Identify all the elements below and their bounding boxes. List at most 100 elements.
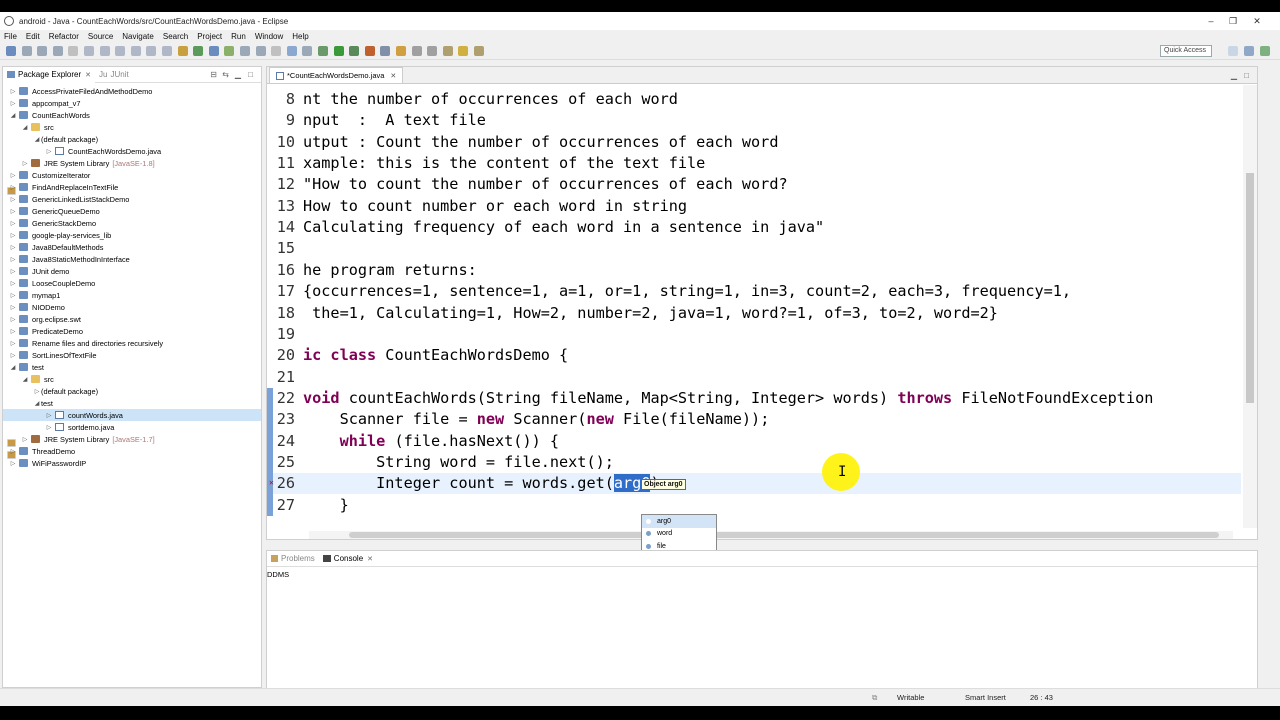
tree-item[interactable]: ▷ GenericLinkedListStackDemo bbox=[3, 193, 261, 205]
toolbar-button-icon[interactable] bbox=[333, 46, 344, 56]
code-line[interactable]: 8 nt the number of occurrences of each wo… bbox=[267, 89, 1241, 110]
menu-edit[interactable]: Edit bbox=[26, 32, 40, 41]
tree-item[interactable]: ▷ WiFiPasswordIP bbox=[3, 457, 261, 469]
toolbar-button-icon[interactable] bbox=[349, 46, 360, 56]
tab-problems[interactable]: Problems bbox=[267, 551, 319, 567]
collapsed-arrow-icon[interactable]: ▷ bbox=[9, 220, 17, 227]
menu-project[interactable]: Project bbox=[197, 32, 222, 41]
tree-item[interactable]: ▷ FindAndReplaceInTextFile bbox=[3, 181, 261, 193]
editor-horizontal-scrollbar[interactable] bbox=[309, 531, 1233, 539]
toolbar-button-icon[interactable] bbox=[193, 46, 204, 56]
code-area[interactable]: 8 nt the number of occurrences of each wo… bbox=[267, 85, 1241, 528]
toolbar-button-icon[interactable] bbox=[146, 46, 157, 56]
tree-item[interactable]: ▷ JRE System Library [JavaSE-1.7] bbox=[3, 433, 261, 445]
tree-item[interactable]: ◢ src bbox=[3, 121, 261, 133]
code-line[interactable]: 26 Integer count = words.get(arg0) bbox=[267, 473, 1241, 495]
quick-access-input[interactable]: Quick Access bbox=[1160, 45, 1212, 57]
editor-vertical-scrollbar[interactable] bbox=[1243, 85, 1257, 528]
error-marker-icon[interactable]: ✕ bbox=[269, 479, 275, 487]
collapsed-arrow-icon[interactable]: ▷ bbox=[9, 268, 17, 275]
tree-item[interactable]: ▷ mymap1 bbox=[3, 289, 261, 301]
toolbar-button-icon[interactable] bbox=[130, 46, 141, 56]
tree-item[interactable]: ▷ Java8StaticMethodInInterface bbox=[3, 253, 261, 265]
expanded-arrow-icon[interactable]: ◢ bbox=[33, 136, 41, 143]
tree-item[interactable]: ▷ Java8DefaultMethods bbox=[3, 241, 261, 253]
code-line[interactable]: 20 ic class CountEachWordsDemo { bbox=[267, 345, 1241, 366]
tree-item[interactable]: ◢ src bbox=[3, 373, 261, 385]
tree-item[interactable]: ▷ sortdemo.java bbox=[3, 421, 261, 433]
menu-navigate[interactable]: Navigate bbox=[122, 32, 154, 41]
code-line[interactable]: 24 while (file.hasNext()) { bbox=[267, 431, 1241, 452]
proposal-item[interactable]: word bbox=[642, 528, 716, 541]
toolbar-button-icon[interactable] bbox=[318, 46, 328, 56]
collapsed-arrow-icon[interactable]: ▷ bbox=[9, 256, 17, 263]
toolbar-button-icon[interactable] bbox=[380, 46, 391, 56]
menu-run[interactable]: Run bbox=[231, 32, 246, 41]
tree-item[interactable]: ◢ test bbox=[3, 361, 261, 373]
menu-source[interactable]: Source bbox=[88, 32, 113, 41]
tab-junit[interactable]: Ju JUnit bbox=[95, 67, 133, 83]
toolbar-button-icon[interactable] bbox=[68, 46, 79, 56]
collapsed-arrow-icon[interactable]: ▷ bbox=[9, 292, 17, 299]
toolbar-button-icon[interactable] bbox=[162, 46, 172, 56]
toolbar-button-icon[interactable] bbox=[364, 46, 375, 56]
collapsed-arrow-icon[interactable]: ▷ bbox=[45, 424, 53, 431]
scroll-thumb[interactable] bbox=[349, 532, 1219, 538]
toolbar-button-icon[interactable] bbox=[6, 46, 16, 56]
code-line[interactable]: 9 nput : A text file bbox=[267, 110, 1241, 131]
collapsed-arrow-icon[interactable]: ▷ bbox=[9, 208, 17, 215]
tree-item[interactable]: ▷ appcompat_v7 bbox=[3, 97, 261, 109]
expanded-arrow-icon[interactable]: ◢ bbox=[9, 112, 17, 119]
collapsed-arrow-icon[interactable]: ▷ bbox=[9, 448, 17, 455]
perspective-icon[interactable] bbox=[1228, 46, 1238, 56]
code-line[interactable]: 22 void countEachWords(String fileName, M… bbox=[267, 388, 1241, 409]
code-line[interactable]: 19 bbox=[267, 324, 1241, 345]
maximize-view-icon[interactable]: □ bbox=[248, 70, 253, 79]
tree-item[interactable]: ▷ CountEachWordsDemo.java bbox=[3, 145, 261, 157]
toolbar-button-icon[interactable] bbox=[37, 46, 48, 56]
collapsed-arrow-icon[interactable]: ▷ bbox=[9, 100, 17, 107]
maximize-editor-icon[interactable]: □ bbox=[1244, 71, 1249, 80]
menu-window[interactable]: Window bbox=[255, 32, 283, 41]
toolbar-button-icon[interactable] bbox=[84, 46, 94, 56]
code-line[interactable]: 27 } bbox=[267, 495, 1241, 516]
menu-refactor[interactable]: Refactor bbox=[49, 32, 79, 41]
code-line[interactable]: 18 the=1, Calculating=1, How=2, number=2… bbox=[267, 303, 1241, 324]
toolbar-button-icon[interactable] bbox=[21, 46, 32, 56]
tree-item[interactable]: ◢ (default package) bbox=[3, 133, 261, 195]
tree-item[interactable]: ▷ CustomizeIterator bbox=[3, 169, 261, 181]
tree-item[interactable]: ▷ countWords.java bbox=[3, 409, 261, 421]
minimize-view-icon[interactable]: ▁ bbox=[235, 70, 241, 79]
toolbar-button-icon[interactable] bbox=[396, 46, 406, 56]
toolbar-button-icon[interactable] bbox=[52, 46, 63, 56]
tree-item[interactable]: ▷ google-play-services_lib bbox=[3, 229, 261, 241]
close-button[interactable]: ✕ bbox=[1234, 12, 1280, 30]
toolbar-button-icon[interactable] bbox=[177, 46, 188, 56]
toolbar-button-icon[interactable] bbox=[458, 46, 469, 56]
collapsed-arrow-icon[interactable]: ▷ bbox=[45, 148, 53, 155]
proposal-item[interactable]: arg0 bbox=[642, 515, 716, 528]
close-icon[interactable]: ✕ bbox=[390, 72, 396, 80]
code-line[interactable]: 25 String word = file.next(); bbox=[267, 452, 1241, 473]
toolbar-button-icon[interactable] bbox=[411, 46, 422, 56]
toolbar-button-icon[interactable] bbox=[208, 46, 219, 56]
tree-item[interactable]: ▷ LooseCoupleDemo bbox=[3, 277, 261, 289]
code-line[interactable]: 17 {occurrences=1, sentence=1, a=1, or=1,… bbox=[267, 281, 1241, 302]
collapsed-arrow-icon[interactable]: ▷ bbox=[9, 280, 17, 287]
java-perspective-icon[interactable] bbox=[1244, 46, 1254, 56]
toolbar-button-icon[interactable] bbox=[240, 46, 250, 56]
collapsed-arrow-icon[interactable]: ▷ bbox=[33, 388, 41, 395]
tree-item[interactable]: ▷ GenericQueueDemo bbox=[3, 205, 261, 217]
tree-item[interactable]: ▷ (default package) bbox=[3, 385, 261, 447]
tree-item[interactable]: ▷ JUnit demo bbox=[3, 265, 261, 277]
code-line[interactable]: 11 xample: this is the content of the tex… bbox=[267, 153, 1241, 174]
collapse-all-icon[interactable]: ⊟ bbox=[210, 70, 217, 79]
tree-item[interactable]: ▷ JRE System Library [JavaSE-1.8] bbox=[3, 157, 261, 169]
expanded-arrow-icon[interactable]: ◢ bbox=[33, 400, 41, 407]
code-line[interactable]: 23 Scanner file = new Scanner(new File(f… bbox=[267, 409, 1241, 430]
link-editor-icon[interactable]: ⇆ bbox=[222, 70, 229, 79]
collapsed-arrow-icon[interactable]: ▷ bbox=[9, 328, 17, 335]
collapsed-arrow-icon[interactable]: ▷ bbox=[9, 88, 17, 95]
code-line[interactable]: 15 bbox=[267, 238, 1241, 259]
tree-item[interactable]: ▷ Rename files and directories recursivel… bbox=[3, 337, 261, 349]
